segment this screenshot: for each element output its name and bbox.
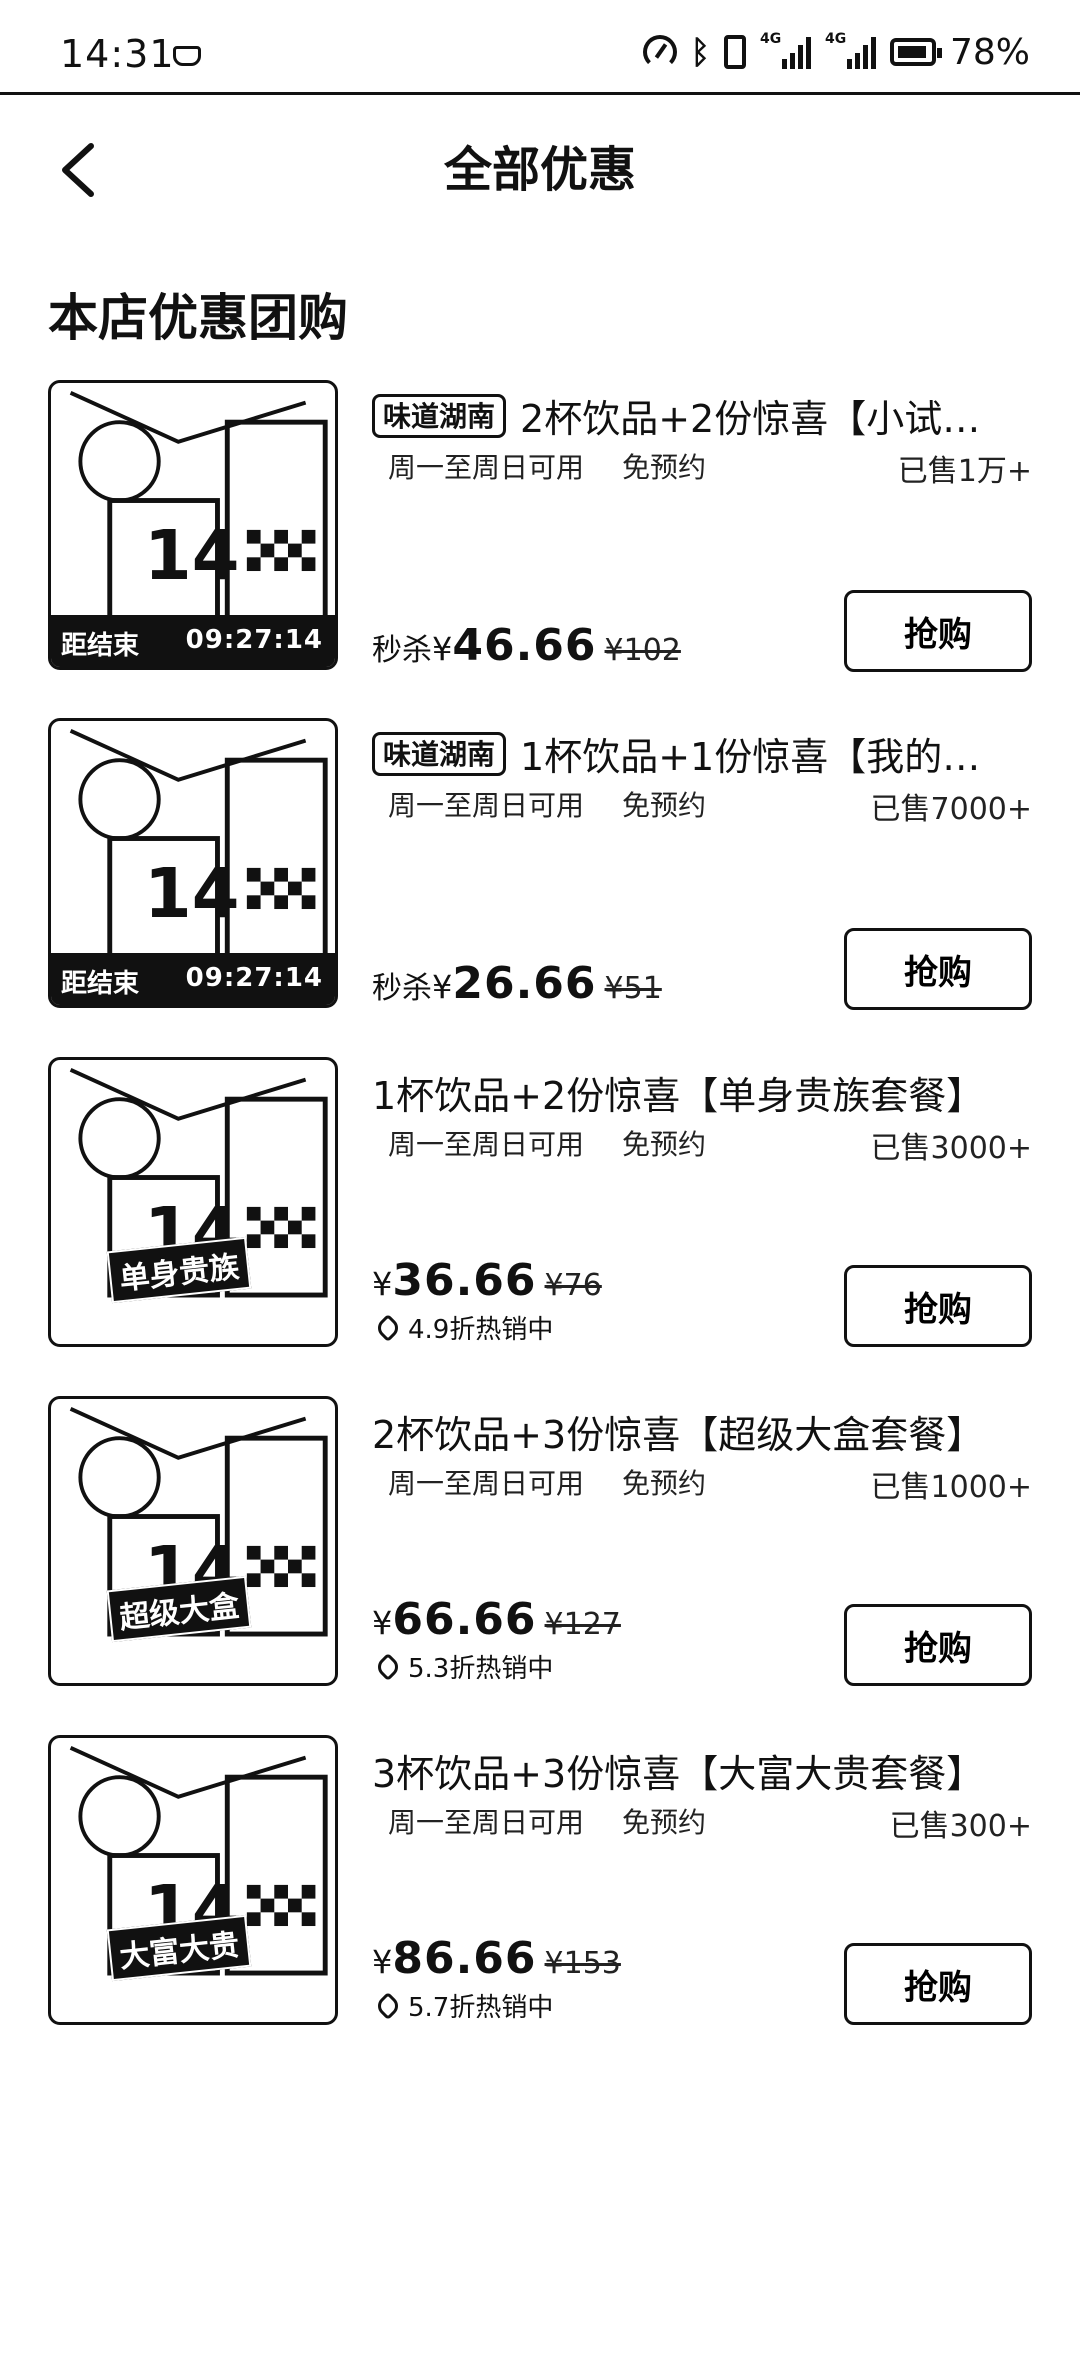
currency-symbol: ¥ xyxy=(432,630,453,668)
discount-text: 5.7折热销中 xyxy=(408,1993,554,2023)
deal-title: 味道湖南 1杯饮品+1份惊喜【我的… xyxy=(372,726,1032,781)
currency-symbol: ¥ xyxy=(372,1943,393,1981)
price: 46.66 xyxy=(452,620,597,671)
deal-image: 14 单身贵族 xyxy=(48,1057,338,1347)
reservation: 免预约 xyxy=(622,1467,707,1500)
svg-text:14: 14 xyxy=(144,854,239,934)
price-prefix: 秒杀 xyxy=(372,971,432,1006)
buy-button[interactable]: 抢购 xyxy=(844,1265,1032,1347)
deal-title: 2杯饮品+3份惊喜【超级大盒套餐】 xyxy=(372,1413,985,1457)
original-price: ¥76 xyxy=(544,1268,602,1303)
signal-icon: 4G xyxy=(825,31,876,69)
price-row: 秒杀 ¥ 26.66 ¥51 xyxy=(372,958,662,1009)
battery-icon xyxy=(889,38,942,66)
availability: 周一至周日可用 xyxy=(388,1467,585,1500)
deal-item[interactable]: 14 距结束 09:27:14 味道湖南 1杯饮品+1份惊喜【我的… 周一至周日… xyxy=(0,718,1080,1018)
availability: 周一至周日可用 xyxy=(388,1806,585,1839)
deal-title-text: 2杯饮品+2份惊喜【小试… xyxy=(520,397,981,441)
sold-count: 已售1000+ xyxy=(870,1470,1032,1505)
reservation: 免预约 xyxy=(622,1128,707,1161)
price-row: ¥ 86.66 ¥153 xyxy=(372,1933,621,1984)
currency-symbol: ¥ xyxy=(372,1604,393,1642)
svg-text:14: 14 xyxy=(144,516,239,596)
deal-meta: 周一至周日可用 免预约 xyxy=(388,446,706,486)
deal-title: 味道湖南 2杯饮品+2份惊喜【小试… xyxy=(372,388,1032,443)
availability: 周一至周日可用 xyxy=(388,451,585,484)
original-price: ¥127 xyxy=(544,1607,621,1642)
bluetooth-icon: ᛒ xyxy=(690,33,710,71)
status-icons: ᛒ 4G 4G 78% xyxy=(642,30,1030,74)
deal-title-text: 1杯饮品+1份惊喜【我的… xyxy=(520,735,981,779)
availability: 周一至周日可用 xyxy=(388,789,585,822)
deal-item[interactable]: 14 超级大盒 2杯饮品+3份惊喜【超级大盒套餐】 周一至周日可用 免预约 已售1… xyxy=(0,1396,1080,1696)
buy-button[interactable]: 抢购 xyxy=(844,928,1032,1010)
brand-badge: 味道湖南 xyxy=(372,731,507,776)
deal-image: 14 超级大盒 xyxy=(48,1396,338,1686)
deal-item[interactable]: 14 距结束 09:27:14 味道湖南 2杯饮品+2份惊喜【小试… 周一至周日… xyxy=(0,380,1080,680)
discount-text: 4.9折热销中 xyxy=(408,1315,554,1345)
countdown-bar: 距结束 09:27:14 xyxy=(51,615,335,667)
deal-item[interactable]: 14 大富大贵 3杯饮品+3份惊喜【大富大贵套餐】 周一至周日可用 免预约 已售3… xyxy=(0,1735,1080,2035)
price-row: ¥ 66.66 ¥127 xyxy=(372,1594,621,1645)
status-bar: 14:31 ᛒ 4G 4G 78% xyxy=(0,0,1080,95)
tag-icon xyxy=(373,1991,403,2020)
discount-info: 4.9折热销中 xyxy=(373,1309,554,1346)
original-price: ¥51 xyxy=(604,971,662,1006)
page-title: 全部优惠 xyxy=(443,142,636,198)
price: 26.66 xyxy=(452,958,597,1009)
status-time: 14:31 xyxy=(60,32,175,76)
notification-icon xyxy=(173,46,201,66)
buy-button[interactable]: 抢购 xyxy=(844,590,1032,672)
sold-count: 已售3000+ xyxy=(870,1131,1032,1166)
deal-meta: 周一至周日可用 免预约 xyxy=(388,1462,706,1502)
discount-info: 5.3折热销中 xyxy=(373,1648,554,1685)
discount-info: 5.7折热销中 xyxy=(373,1987,554,2024)
buy-button[interactable]: 抢购 xyxy=(844,1943,1032,2025)
original-price: ¥102 xyxy=(604,633,681,668)
original-price: ¥153 xyxy=(544,1946,621,1981)
deal-meta: 周一至周日可用 免预约 xyxy=(388,1123,706,1163)
deal-meta: 周一至周日可用 免预约 xyxy=(388,784,706,824)
header: 全部优惠 xyxy=(0,100,1080,230)
countdown-timer: 09:27:14 xyxy=(185,625,323,655)
countdown-label: 距结束 xyxy=(61,631,140,661)
deal-title: 3杯饮品+3份惊喜【大富大贵套餐】 xyxy=(372,1752,985,1796)
battery-percent: 78% xyxy=(949,31,1030,73)
deal-image: 14 距结束 09:27:14 xyxy=(48,380,338,670)
deal-item[interactable]: 14 单身贵族 1杯饮品+2份惊喜【单身贵族套餐】 周一至周日可用 免预约 已售3… xyxy=(0,1057,1080,1357)
price: 66.66 xyxy=(392,1594,537,1645)
countdown-timer: 09:27:14 xyxy=(185,963,323,993)
tag-icon xyxy=(373,1313,403,1342)
signal-icon: 4G xyxy=(760,31,811,69)
sold-count: 已售1万+ xyxy=(897,454,1032,489)
price-row: 秒杀 ¥ 46.66 ¥102 xyxy=(372,620,681,671)
deal-image: 14 大富大贵 xyxy=(48,1735,338,2025)
price-row: ¥ 36.66 ¥76 xyxy=(372,1255,602,1306)
buy-button[interactable]: 抢购 xyxy=(844,1604,1032,1686)
section-title: 本店优惠团购 xyxy=(48,289,348,347)
countdown-bar: 距结束 09:27:14 xyxy=(51,953,335,1005)
sold-count: 已售7000+ xyxy=(870,792,1032,827)
price-prefix: 秒杀 xyxy=(372,633,432,668)
deal-meta: 周一至周日可用 免预约 xyxy=(388,1801,706,1841)
reservation: 免预约 xyxy=(622,1806,707,1839)
currency-symbol: ¥ xyxy=(432,968,453,1006)
deal-title: 1杯饮品+2份惊喜【单身贵族套餐】 xyxy=(372,1074,985,1118)
countdown-label: 距结束 xyxy=(61,969,140,999)
currency-symbol: ¥ xyxy=(372,1265,393,1303)
deal-image: 14 距结束 09:27:14 xyxy=(48,718,338,1008)
brand-badge: 味道湖南 xyxy=(372,393,507,438)
discount-text: 5.3折热销中 xyxy=(408,1654,554,1684)
price: 36.66 xyxy=(392,1255,537,1306)
reservation: 免预约 xyxy=(622,789,707,822)
tag-icon xyxy=(373,1652,403,1681)
data-saver-icon xyxy=(642,35,677,69)
vibrate-icon xyxy=(723,35,746,69)
price: 86.66 xyxy=(392,1933,537,1984)
availability: 周一至周日可用 xyxy=(388,1128,585,1161)
sold-count: 已售300+ xyxy=(889,1809,1032,1844)
reservation: 免预约 xyxy=(622,451,707,484)
